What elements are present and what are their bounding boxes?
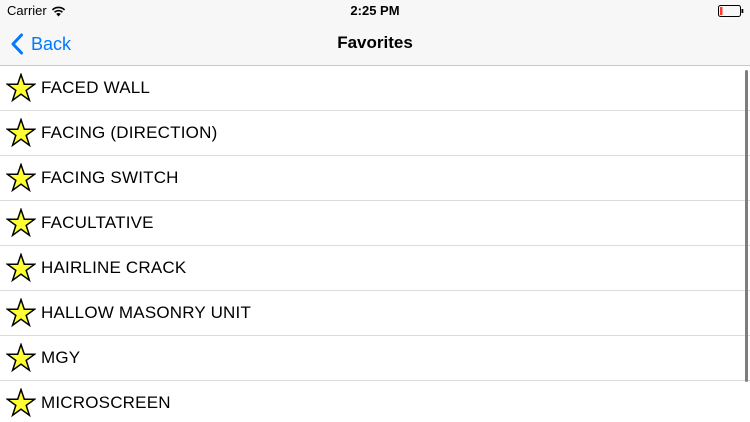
scrollbar[interactable] xyxy=(745,70,748,382)
list-item[interactable]: HALLOW MASONRY UNIT xyxy=(0,291,750,336)
favorites-screen: Carrier 2:25 PM Back Favorites FACED WAL… xyxy=(0,0,750,422)
list-item-label: FACING SWITCH xyxy=(41,168,179,187)
status-time: 2:25 PM xyxy=(350,3,400,18)
star-icon xyxy=(6,118,36,148)
list-item[interactable]: FACING SWITCH xyxy=(0,156,750,201)
page-title: Favorites xyxy=(337,33,413,52)
star-icon xyxy=(6,388,36,418)
list-item[interactable]: HAIRLINE CRACK xyxy=(0,246,750,291)
list-item-label: MGY xyxy=(41,348,81,367)
status-bar: Carrier 2:25 PM xyxy=(0,0,750,22)
list-item[interactable]: FACED WALL xyxy=(0,66,750,111)
list-item-label: HALLOW MASONRY UNIT xyxy=(41,303,252,322)
list-item[interactable]: FACULTATIVE xyxy=(0,201,750,246)
list-item-label: HAIRLINE CRACK xyxy=(41,258,187,277)
star-icon xyxy=(6,253,36,283)
list-item[interactable]: MGY xyxy=(0,336,750,381)
star-icon xyxy=(6,163,36,193)
list-item-label: MICROSCREEN xyxy=(41,393,171,412)
list-item-label: FACING (DIRECTION) xyxy=(41,123,218,142)
navigation-bar: Back Favorites xyxy=(0,22,750,66)
star-icon xyxy=(6,208,36,238)
favorites-list: FACED WALL FACING (DIRECTION) FACING SWI… xyxy=(0,66,750,422)
star-icon xyxy=(6,73,36,103)
list-item[interactable]: FACING (DIRECTION) xyxy=(0,111,750,156)
star-icon xyxy=(6,298,36,328)
list-item[interactable]: MICROSCREEN xyxy=(0,381,750,422)
list-item-label: FACED WALL xyxy=(41,78,151,97)
battery-icon xyxy=(718,5,744,17)
star-icon xyxy=(6,343,36,373)
list-item-label: FACULTATIVE xyxy=(41,213,154,232)
